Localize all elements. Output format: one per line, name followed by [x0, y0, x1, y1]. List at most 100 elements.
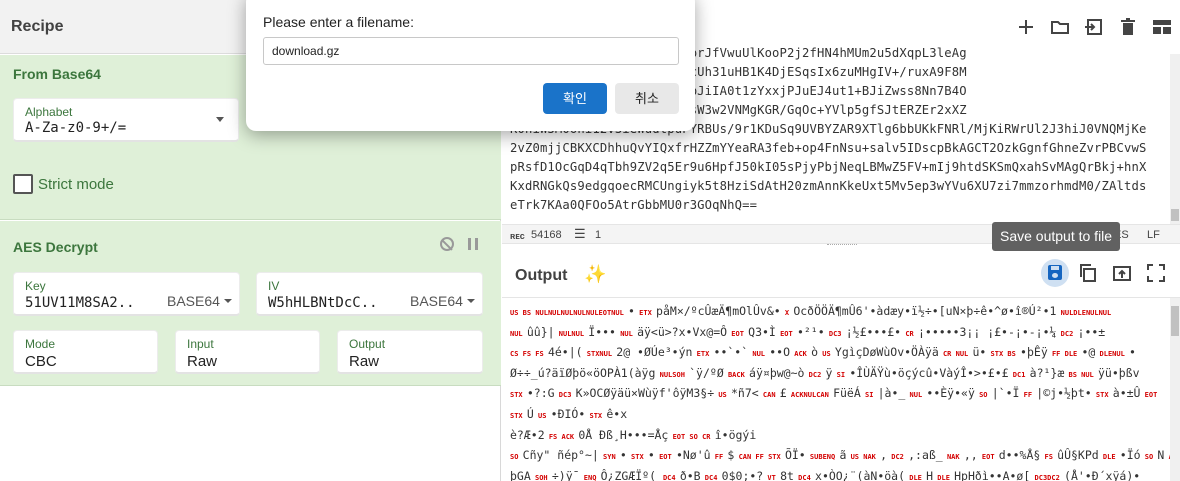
output-text: •Ïó: [1119, 448, 1141, 463]
import-icon[interactable]: [1084, 17, 1104, 37]
control-char: DLENUL: [1095, 350, 1130, 359]
output-text: •ÐIÓ•: [550, 406, 586, 421]
control-char: CAN: [758, 391, 780, 400]
input-format-select[interactable]: Input Raw: [175, 330, 320, 374]
output-text: à?¹}æ: [1029, 365, 1065, 380]
strict-mode-checkbox[interactable]: [13, 174, 33, 194]
control-char: DLE: [905, 473, 927, 481]
maximise-icon[interactable]: [1147, 264, 1165, 282]
output-format-select[interactable]: Output Raw: [337, 330, 483, 374]
output-line: NUL ûû}| NULNUL Ï••• NUL äÿ<ü>?x•Vx@=Ô E…: [510, 323, 1170, 344]
output-text: Ï•••: [588, 324, 616, 339]
filename-input[interactable]: [263, 37, 679, 65]
replace-input-icon[interactable]: [1113, 264, 1131, 282]
alphabet-select[interactable]: Alphabet A-Za-z0-9+/=: [13, 98, 239, 142]
cancel-button[interactable]: 취소: [615, 83, 679, 114]
key-field[interactable]: Key 51UV11M8SA2... BASE64: [13, 272, 240, 316]
output-title: Output: [515, 267, 568, 284]
control-char: SO: [510, 453, 523, 462]
key-value[interactable]: 51UV11M8SA2...: [25, 295, 135, 311]
output-text: Ô¿ZGÆÏº(: [600, 468, 663, 481]
output-textarea[interactable]: US BS NULNULNULNULNULEOTNUL • ETX påM×/º…: [510, 302, 1170, 481]
output-line: þGA SOH ÷)ÿ¯ ENQ Ô¿ZGÆÏº( DC4 ð•B DC4 0$…: [510, 467, 1170, 481]
output-text: £: [779, 386, 787, 401]
input-scrollbar[interactable]: [1170, 54, 1180, 224]
control-char: ETX: [634, 309, 657, 317]
control-char: SI: [860, 391, 878, 400]
input-format-value: Raw: [187, 353, 218, 370]
output-text: à•±Û: [1112, 386, 1141, 401]
output-text: |©j•½þt•: [1036, 386, 1092, 401]
control-char: NULNULNULNULNULEOTNUL: [535, 309, 629, 317]
output-text: `ÿ/ºØ: [689, 365, 724, 380]
control-char: ETX: [692, 350, 714, 359]
output-text: ¡•••••3¡¡ ¡£•-¡•-¡•¼: [917, 324, 1057, 339]
copy-icon[interactable]: [1079, 264, 1097, 282]
iv-field[interactable]: IV W5hHLBNtDcC... BASE64: [256, 272, 483, 316]
save-output-button[interactable]: [1041, 259, 1069, 287]
alphabet-value: A-Za-z0-9+/=: [25, 120, 127, 136]
ok-button[interactable]: 확인: [543, 83, 607, 114]
control-char: EOT SO CR: [668, 432, 715, 441]
control-char: SYN: [598, 453, 620, 462]
output-text: ••Èÿ•«ÿ: [926, 386, 975, 401]
iv-encoding-dropdown[interactable]: BASE64: [410, 293, 475, 309]
control-char: X: [780, 309, 794, 317]
output-text: K»OCØÿäü×Wùÿf'ôÿM3§÷: [575, 386, 715, 401]
mode-label: Mode: [25, 337, 56, 351]
folder-icon[interactable]: [1050, 17, 1070, 37]
control-char: STX: [585, 411, 607, 420]
plus-icon[interactable]: [1016, 17, 1036, 37]
output-text: ò: [811, 345, 819, 360]
lines-icon: ☰: [574, 226, 586, 241]
strict-mode-label[interactable]: Strict mode: [38, 176, 114, 193]
control-char: US: [533, 411, 551, 420]
output-text: äÿ<ü>?x•Vx@=Ô: [637, 324, 728, 339]
key-encoding-dropdown[interactable]: BASE64: [167, 293, 232, 309]
input-length: 54168: [531, 229, 562, 241]
control-char: STXNUL: [582, 350, 617, 359]
layout-icon[interactable]: [1152, 17, 1172, 37]
aes-decrypt-operation: AES Decrypt Key 51UV11M8SA2... BASE64 IV…: [0, 221, 501, 386]
pane-resize-handle[interactable]: [827, 244, 857, 247]
control-char: US NAK: [846, 453, 881, 462]
control-char: DC1: [1008, 370, 1030, 379]
control-char: DC4: [793, 473, 816, 481]
output-text: •: [647, 448, 655, 463]
output-text: •: [1129, 345, 1136, 360]
control-char: STX: [1091, 391, 1113, 400]
input-line: pRsfD1OcGqD4qTbh9ZV2q5Er9u6HpfJ50kI05sPj…: [510, 160, 1147, 174]
output-text: 0Å Ðß¸H•••=Åç: [578, 427, 669, 442]
output-text: •²¹•: [796, 324, 825, 339]
input-line-count: 1: [595, 229, 602, 241]
mode-select[interactable]: Mode CBC: [13, 330, 158, 374]
control-char: SO: [974, 391, 992, 400]
disable-operation-icon[interactable]: [440, 237, 454, 251]
control-char: EOT: [654, 453, 676, 462]
magic-wand-icon[interactable]: ✨: [584, 264, 606, 285]
output-scrollbar[interactable]: [1170, 298, 1180, 481]
trash-icon[interactable]: [1118, 17, 1138, 37]
control-char: DC3: [824, 329, 846, 338]
control-char: DLE: [1098, 453, 1120, 462]
control-char: VT: [763, 473, 781, 481]
output-line: STX •?:G DC3 K»OCØÿäü×Wùÿf'ôÿM3§÷ US *ñ7…: [510, 384, 1170, 405]
control-char: US: [818, 350, 835, 359]
output-text: x•ÒO¿¨(àN•öà(: [815, 468, 906, 481]
input-eol[interactable]: LF: [1147, 229, 1160, 241]
iv-value[interactable]: W5hHLBNtDcC...: [268, 295, 380, 311]
output-text: ••O: [769, 345, 791, 360]
output-text: 2@ •ØÚe³•ýn: [616, 345, 693, 360]
output-line: SO Cñy" ñép°~| SYN • STX • EOT •Nø'û FF …: [510, 446, 1170, 467]
rec-icon: ʀᴇᴄ: [510, 231, 525, 241]
pause-icon[interactable]: [468, 238, 478, 250]
input-line: KxdRNGkQs9edgqoecRMCUngiyk5t8HziSdAtH20z…: [510, 179, 1147, 193]
control-char: SOH: [530, 473, 552, 481]
control-char: CAN FF STX: [734, 453, 785, 462]
output-text: 8t: [780, 468, 794, 481]
control-char: FS: [1040, 453, 1058, 462]
output-format-label: Output: [349, 337, 386, 351]
control-char: SI: [832, 370, 850, 379]
output-text: HpHðì••A•ø[: [954, 468, 1031, 481]
input-format-label: Input: [187, 337, 214, 351]
